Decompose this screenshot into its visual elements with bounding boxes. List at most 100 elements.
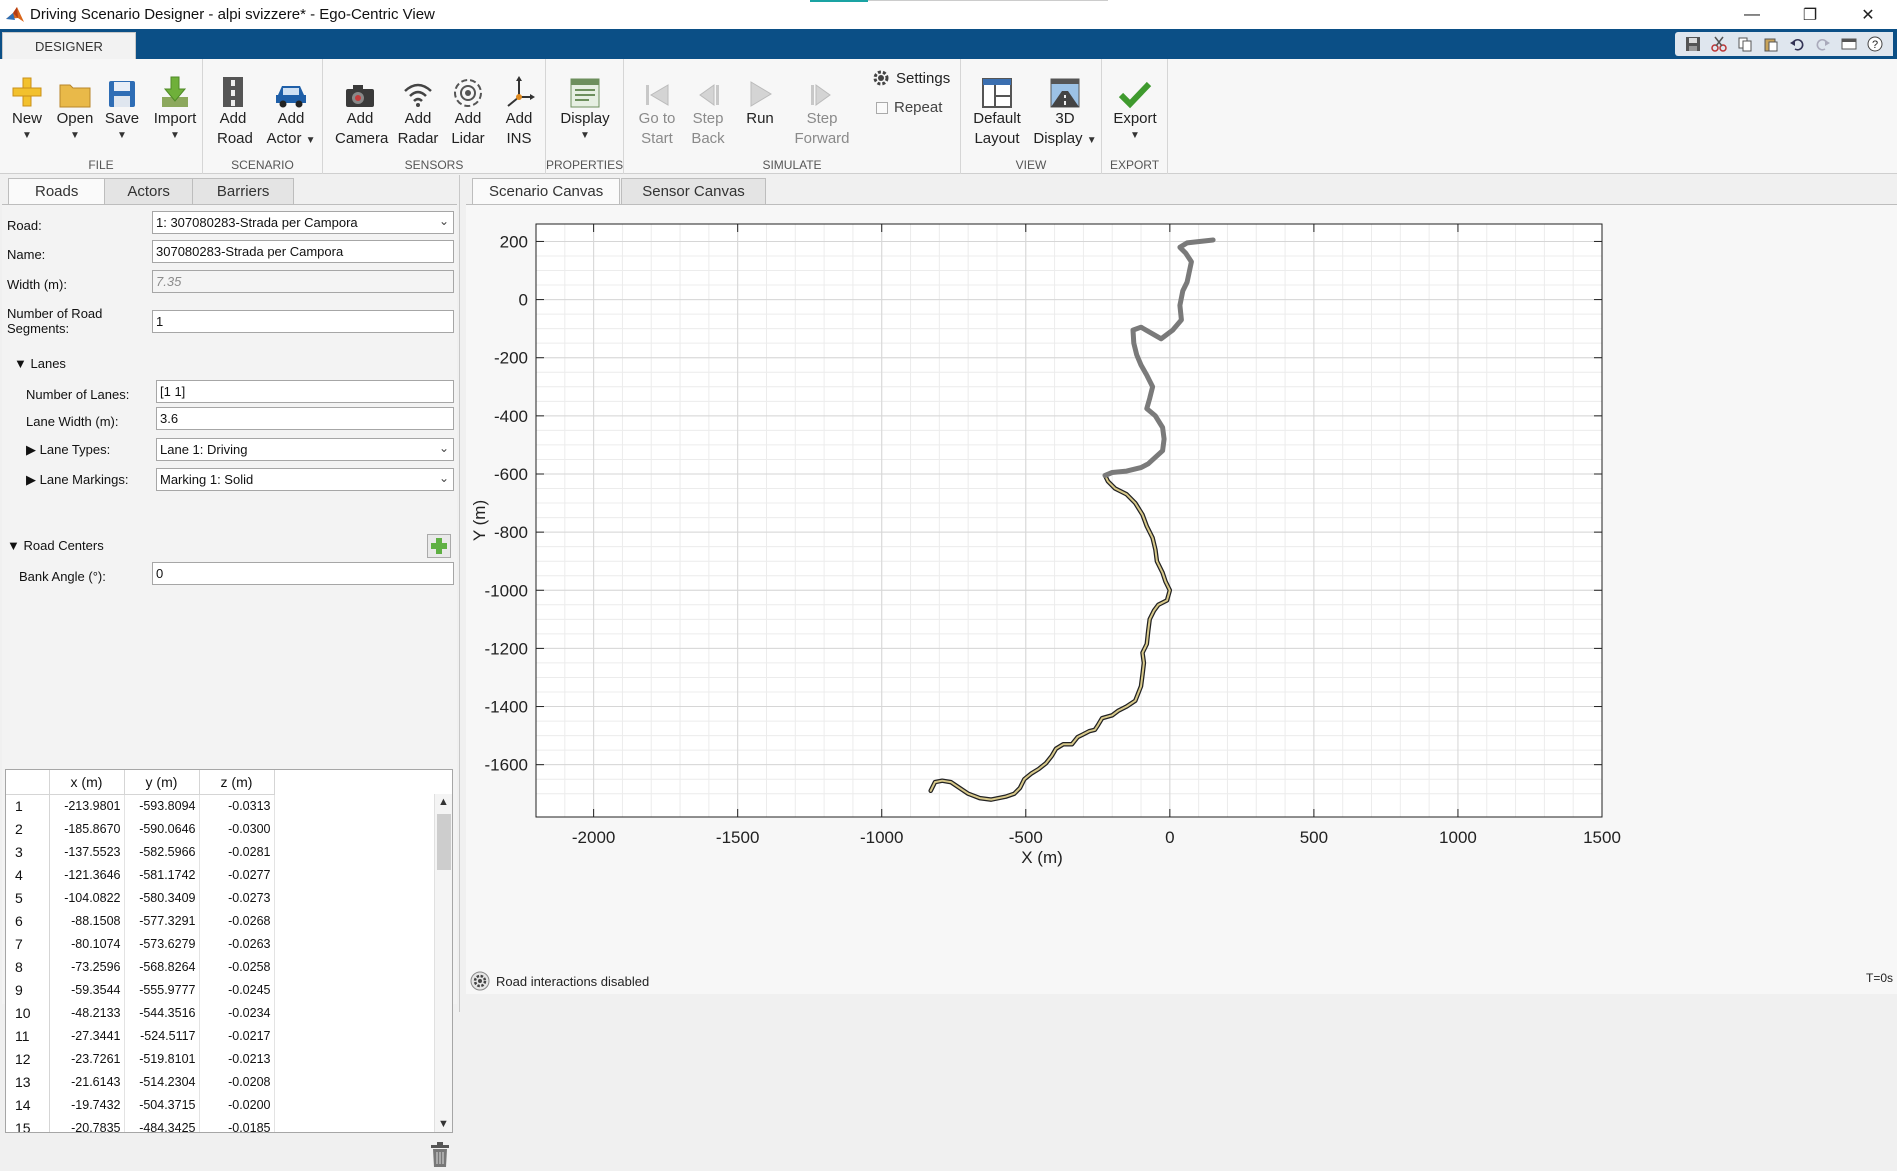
lane-width-field[interactable]: 3.6 (156, 407, 454, 430)
3d-display-button[interactable]: 3D Display ▼ (1033, 65, 1097, 149)
scrollbar-thumb[interactable] (437, 814, 451, 870)
table-cell[interactable]: -524.5117 (124, 1024, 200, 1047)
table-cell[interactable]: -0.0185 (199, 1116, 275, 1132)
table-row[interactable]: 3 -137.5523 -582.5966 -0.0281 (6, 840, 275, 863)
table-cell[interactable]: -581.1742 (124, 863, 200, 886)
table-cell[interactable]: -104.0822 (49, 886, 125, 909)
table-cell[interactable]: -519.8101 (124, 1047, 200, 1070)
table-cell[interactable]: -0.0300 (199, 817, 275, 840)
table-cell[interactable]: -0.0268 (199, 909, 275, 932)
table-cell[interactable]: -21.6143 (49, 1070, 125, 1093)
switch-windows-icon[interactable] (1837, 33, 1861, 55)
table-cell[interactable]: -0.0281 (199, 840, 275, 863)
table-row[interactable]: 7 -80.1074 -573.6279 -0.0263 (6, 932, 275, 955)
table-row[interactable]: 1 -213.9801 -593.8094 -0.0313 (6, 794, 275, 817)
table-scrollbar[interactable]: ▲ ▼ (434, 794, 452, 1132)
table-row[interactable]: 13 -21.6143 -514.2304 -0.0208 (6, 1070, 275, 1093)
default-layout-button[interactable]: Default Layout (969, 65, 1025, 149)
table-cell[interactable]: -185.8670 (49, 817, 125, 840)
table-cell[interactable]: -213.9801 (49, 794, 125, 817)
column-header-z[interactable]: z (m) (199, 770, 275, 795)
step-back-button[interactable]: Step Back (686, 65, 730, 149)
column-header-x[interactable]: x (m) (49, 770, 125, 795)
add-road-button[interactable]: Add Road (217, 65, 253, 149)
lanes-section-toggle[interactable]: ▼ Lanes (14, 356, 66, 371)
tab-designer[interactable]: DESIGNER (2, 32, 136, 59)
table-row[interactable]: 5 -104.0822 -580.3409 -0.0273 (6, 886, 275, 909)
table-cell[interactable]: -88.1508 (49, 909, 125, 932)
tab-scenario-canvas[interactable]: Scenario Canvas (472, 178, 621, 204)
minimize-button[interactable]: — (1723, 0, 1781, 29)
undo-icon[interactable] (1785, 33, 1809, 55)
table-cell[interactable]: -137.5523 (49, 840, 125, 863)
lane-types-toggle[interactable]: ▶ Lane Types: (26, 442, 110, 458)
table-cell[interactable]: -0.0263 (199, 932, 275, 955)
road-select[interactable]: 1: 307080283-Strada per Campora ⌄ (152, 211, 454, 234)
help-icon[interactable]: ? (1863, 33, 1887, 55)
add-camera-button[interactable]: Add Camera (335, 65, 388, 149)
table-cell[interactable]: -0.0208 (199, 1070, 275, 1093)
table-row[interactable]: 11 -27.3441 -524.5117 -0.0217 (6, 1024, 275, 1047)
close-button[interactable]: ✕ (1839, 0, 1897, 29)
table-cell[interactable]: -121.3646 (49, 863, 125, 886)
road-segments-field[interactable]: 1 (152, 310, 454, 333)
add-lidar-button[interactable]: Add Lidar (447, 65, 489, 149)
lane-types-select[interactable]: Lane 1: Driving ⌄ (156, 438, 454, 461)
tab-roads[interactable]: Roads (8, 178, 106, 204)
table-cell[interactable]: -23.7261 (49, 1047, 125, 1070)
table-cell[interactable]: -484.3425 (124, 1116, 200, 1132)
export-button[interactable]: Export ▼ (1110, 65, 1160, 143)
settings-button[interactable]: Settings (872, 69, 950, 87)
go-to-start-button[interactable]: Go to Start (634, 65, 680, 149)
table-cell[interactable]: -582.5966 (124, 840, 200, 863)
bank-angle-field[interactable]: 0 (152, 562, 454, 585)
table-cell[interactable]: -27.3441 (49, 1024, 125, 1047)
table-row[interactable]: 12 -23.7261 -519.8101 -0.0213 (6, 1047, 275, 1070)
number-of-lanes-field[interactable]: [1 1] (156, 380, 454, 403)
new-button[interactable]: New ▼ (8, 65, 46, 143)
lane-markings-select[interactable]: Marking 1: Solid ⌄ (156, 468, 454, 491)
table-cell[interactable]: -59.3544 (49, 978, 125, 1001)
add-radar-button[interactable]: Add Radar (397, 65, 439, 149)
add-road-center-button[interactable] (427, 534, 451, 558)
tab-actors[interactable]: Actors (104, 178, 193, 204)
delete-road-center-button[interactable] (428, 1142, 452, 1168)
table-row[interactable]: 14 -19.7432 -504.3715 -0.0200 (6, 1093, 275, 1116)
table-cell[interactable]: -0.0245 (199, 978, 275, 1001)
table-cell[interactable]: -0.0258 (199, 955, 275, 978)
add-actor-button[interactable]: Add Actor ▼ (263, 65, 319, 149)
save-icon[interactable] (1681, 33, 1705, 55)
table-cell[interactable]: -593.8094 (124, 794, 200, 817)
table-cell[interactable]: -590.0646 (124, 817, 200, 840)
table-cell[interactable]: -0.0273 (199, 886, 275, 909)
scroll-up-icon[interactable]: ▲ (438, 796, 449, 808)
table-row[interactable]: 10 -48.2133 -544.3516 -0.0234 (6, 1001, 275, 1024)
save-button[interactable]: Save ▼ (102, 65, 142, 143)
name-field[interactable]: 307080283-Strada per Campora (152, 240, 454, 263)
table-row[interactable]: 15 -20.7835 -484.3425 -0.0185 (6, 1116, 275, 1132)
table-cell[interactable]: -580.3409 (124, 886, 200, 909)
table-cell[interactable]: -544.3516 (124, 1001, 200, 1024)
road-centers-table[interactable]: x (m) y (m) z (m) 1 -213.9801 -593.8094 -0.… (5, 769, 453, 1133)
copy-icon[interactable] (1733, 33, 1757, 55)
run-button[interactable]: Run (740, 65, 780, 129)
table-cell[interactable]: -73.2596 (49, 955, 125, 978)
table-cell[interactable]: -0.0200 (199, 1093, 275, 1116)
cut-icon[interactable] (1707, 33, 1731, 55)
column-header-y[interactable]: y (m) (124, 770, 200, 795)
table-cell[interactable]: -0.0234 (199, 1001, 275, 1024)
scroll-down-icon[interactable]: ▼ (438, 1118, 449, 1130)
display-button[interactable]: Display ▼ (555, 65, 615, 143)
scenario-canvas[interactable]: -2000 -1500 -1000 -500 0 500 1000 1500 200 0 -200-… (466, 204, 1897, 994)
tab-sensor-canvas[interactable]: Sensor Canvas (621, 178, 766, 204)
table-cell[interactable]: -80.1074 (49, 932, 125, 955)
table-row[interactable]: 8 -73.2596 -568.8264 -0.0258 (6, 955, 275, 978)
table-cell[interactable]: -0.0217 (199, 1024, 275, 1047)
table-cell[interactable]: -20.7835 (49, 1116, 125, 1132)
tab-barriers[interactable]: Barriers (191, 178, 295, 204)
plot-area[interactable] (536, 224, 1602, 817)
lane-markings-toggle[interactable]: ▶ Lane Markings: (26, 472, 129, 488)
table-cell[interactable]: -0.0313 (199, 794, 275, 817)
open-button[interactable]: Open ▼ (54, 65, 96, 143)
table-cell[interactable]: -514.2304 (124, 1070, 200, 1093)
